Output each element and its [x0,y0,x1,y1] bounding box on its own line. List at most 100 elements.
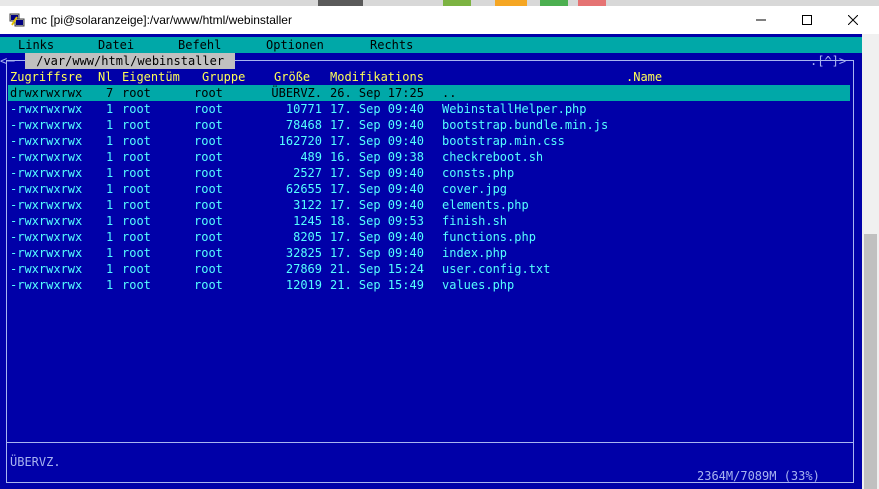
file-owner: root [122,86,151,100]
file-group: root [194,134,223,148]
menu-befehl[interactable]: Befehl [178,37,221,53]
file-owner: root [122,198,151,212]
file-mtime: 18. Sep 09:53 [330,214,424,228]
file-row[interactable]: -rwxrwxrwx 1 root root 2527 17. Sep 09:40 cons… [0,165,862,181]
file-nl: 1 [106,102,114,116]
file-perm: -rwxrwxrwx [10,278,83,292]
file-size: 12019 [285,278,322,292]
file-group: root [194,214,223,228]
file-owner: root [122,230,151,244]
file-perm: -rwxrwxrwx [10,134,83,148]
maximize-button[interactable] [784,6,830,34]
file-owner: root [122,262,151,276]
putty-icon[interactable] [9,13,25,27]
file-name: bootstrap.min.css [442,134,565,148]
file-perm: -rwxrwxrwx [10,246,83,260]
file-row[interactable]: -rwxrwxrwx 1 root root 27869 21. Sep 15:24 use… [0,261,862,277]
minimize-button[interactable] [738,6,784,34]
scrollbar[interactable] [862,34,879,489]
file-size: 489 [300,150,322,164]
window-title: mc [pi@solaranzeige]:/var/www/html/webin… [31,13,292,27]
file-perm: -rwxrwxrwx [10,214,83,228]
file-row[interactable]: -rwxrwxrwx 1 root root 489 16. Sep 09:38 check… [0,149,862,165]
file-row[interactable]: -rwxrwxrwx 1 root root 10771 17. Sep 09:40 Web… [0,101,862,117]
file-nl: 1 [106,166,114,180]
file-nl: 7 [106,86,114,100]
menu-links[interactable]: Links [18,37,54,53]
file-group: root [194,166,223,180]
mc-menubar: Links Datei Befehl Optionen Rechts [0,37,862,53]
file-perm: -rwxrwxrwx [10,230,83,244]
file-row[interactable]: -rwxrwxrwx 1 root root 12019 21. Sep 15:49 val… [0,277,862,293]
file-group: root [194,118,223,132]
status-line: ÜBERVZ. [10,455,61,469]
file-row[interactable]: -rwxrwxrwx 1 root root 1245 18. Sep 09:53 fini… [0,213,862,229]
col-nl[interactable]: Nl [98,69,112,85]
col-group[interactable]: Gruppe [202,69,245,85]
file-row[interactable]: -rwxrwxrwx 1 root root 8205 17. Sep 09:40 func… [0,229,862,245]
file-row[interactable]: drwxrwxrwx 7 root root ÜBERVZ. 26. Sep 17:25.… [0,85,862,101]
file-mtime: 17. Sep 09:40 [330,134,424,148]
file-name: checkreboot.sh [442,150,544,164]
file-owner: root [122,118,151,132]
menu-datei[interactable]: Datei [98,37,134,53]
col-perm[interactable]: Zugriffsre [10,69,82,85]
file-perm: -rwxrwxrwx [10,182,83,196]
file-size: 78468 [285,118,322,132]
file-group: root [194,278,223,292]
file-row[interactable]: -rwxrwxrwx 1 root root 32825 17. Sep 09:40 ind… [0,245,862,261]
scrollbar-thumb[interactable] [864,234,877,489]
close-icon [848,15,858,25]
terminal[interactable]: Links Datei Befehl Optionen Rechts <─ /v… [0,34,862,489]
col-name[interactable]: .Name [626,69,662,85]
file-mtime: 17. Sep 09:40 [330,182,424,196]
file-name: bootstrap.bundle.min.js [442,118,609,132]
file-row[interactable]: -rwxrwxrwx 1 root root 3122 17. Sep 09:40 elem… [0,197,862,213]
file-row[interactable]: -rwxrwxrwx 1 root root 78468 17. Sep 09:40 boo… [0,117,862,133]
file-nl: 1 [106,150,114,164]
file-perm: -rwxrwxrwx [10,262,83,276]
file-group: root [194,182,223,196]
panel-path: /var/www/html/webinstaller [25,53,236,69]
file-nl: 1 [106,182,114,196]
file-group: root [194,86,223,100]
file-mtime: 17. Sep 09:40 [330,198,424,212]
file-size: 10771 [285,102,322,116]
file-name: .. [442,86,457,100]
panel-corner-right[interactable]: .[^]> [810,53,846,69]
file-name: elements.php [442,198,529,212]
panel-corner-left[interactable]: <─ [0,53,14,69]
file-size: 8205 [293,230,322,244]
file-perm: drwxrwxrwx [10,86,83,100]
file-owner: root [122,102,151,116]
maximize-icon [802,15,812,25]
file-row[interactable]: -rwxrwxrwx 1 root root 162720 17. Sep 09:40 bo… [0,133,862,149]
file-nl: 1 [106,198,114,212]
file-mtime: 21. Sep 15:24 [330,262,424,276]
file-name: finish.sh [442,214,508,228]
file-owner: root [122,182,151,196]
file-row[interactable]: -rwxrwxrwx 1 root root 62655 17. Sep 09:40 cov… [0,181,862,197]
file-perm: -rwxrwxrwx [10,102,83,116]
col-size[interactable]: Größe [274,69,310,85]
file-size: 2527 [293,166,322,180]
file-size: 1245 [293,214,322,228]
column-header: Zugriffsre Nl Eigentüm Gruppe Größe Modi… [0,69,862,85]
menu-rechts[interactable]: Rechts [370,37,413,53]
file-name: values.php [442,278,515,292]
col-owner[interactable]: Eigentüm [122,69,180,85]
file-owner: root [122,166,151,180]
window-titlebar[interactable]: mc [pi@solaranzeige]:/var/www/html/webin… [0,6,879,34]
free-space: 2364M/7089M (33%) [697,469,820,483]
menu-optionen[interactable]: Optionen [266,37,324,53]
col-mtime[interactable]: Modifikations [330,69,424,85]
file-mtime: 17. Sep 09:40 [330,166,424,180]
close-button[interactable] [830,6,876,34]
file-size: 27869 [285,262,322,276]
file-owner: root [122,278,151,292]
file-owner: root [122,134,151,148]
file-group: root [194,246,223,260]
file-nl: 1 [106,134,114,148]
file-name: consts.php [442,166,515,180]
file-size: ÜBERVZ. [271,86,322,100]
